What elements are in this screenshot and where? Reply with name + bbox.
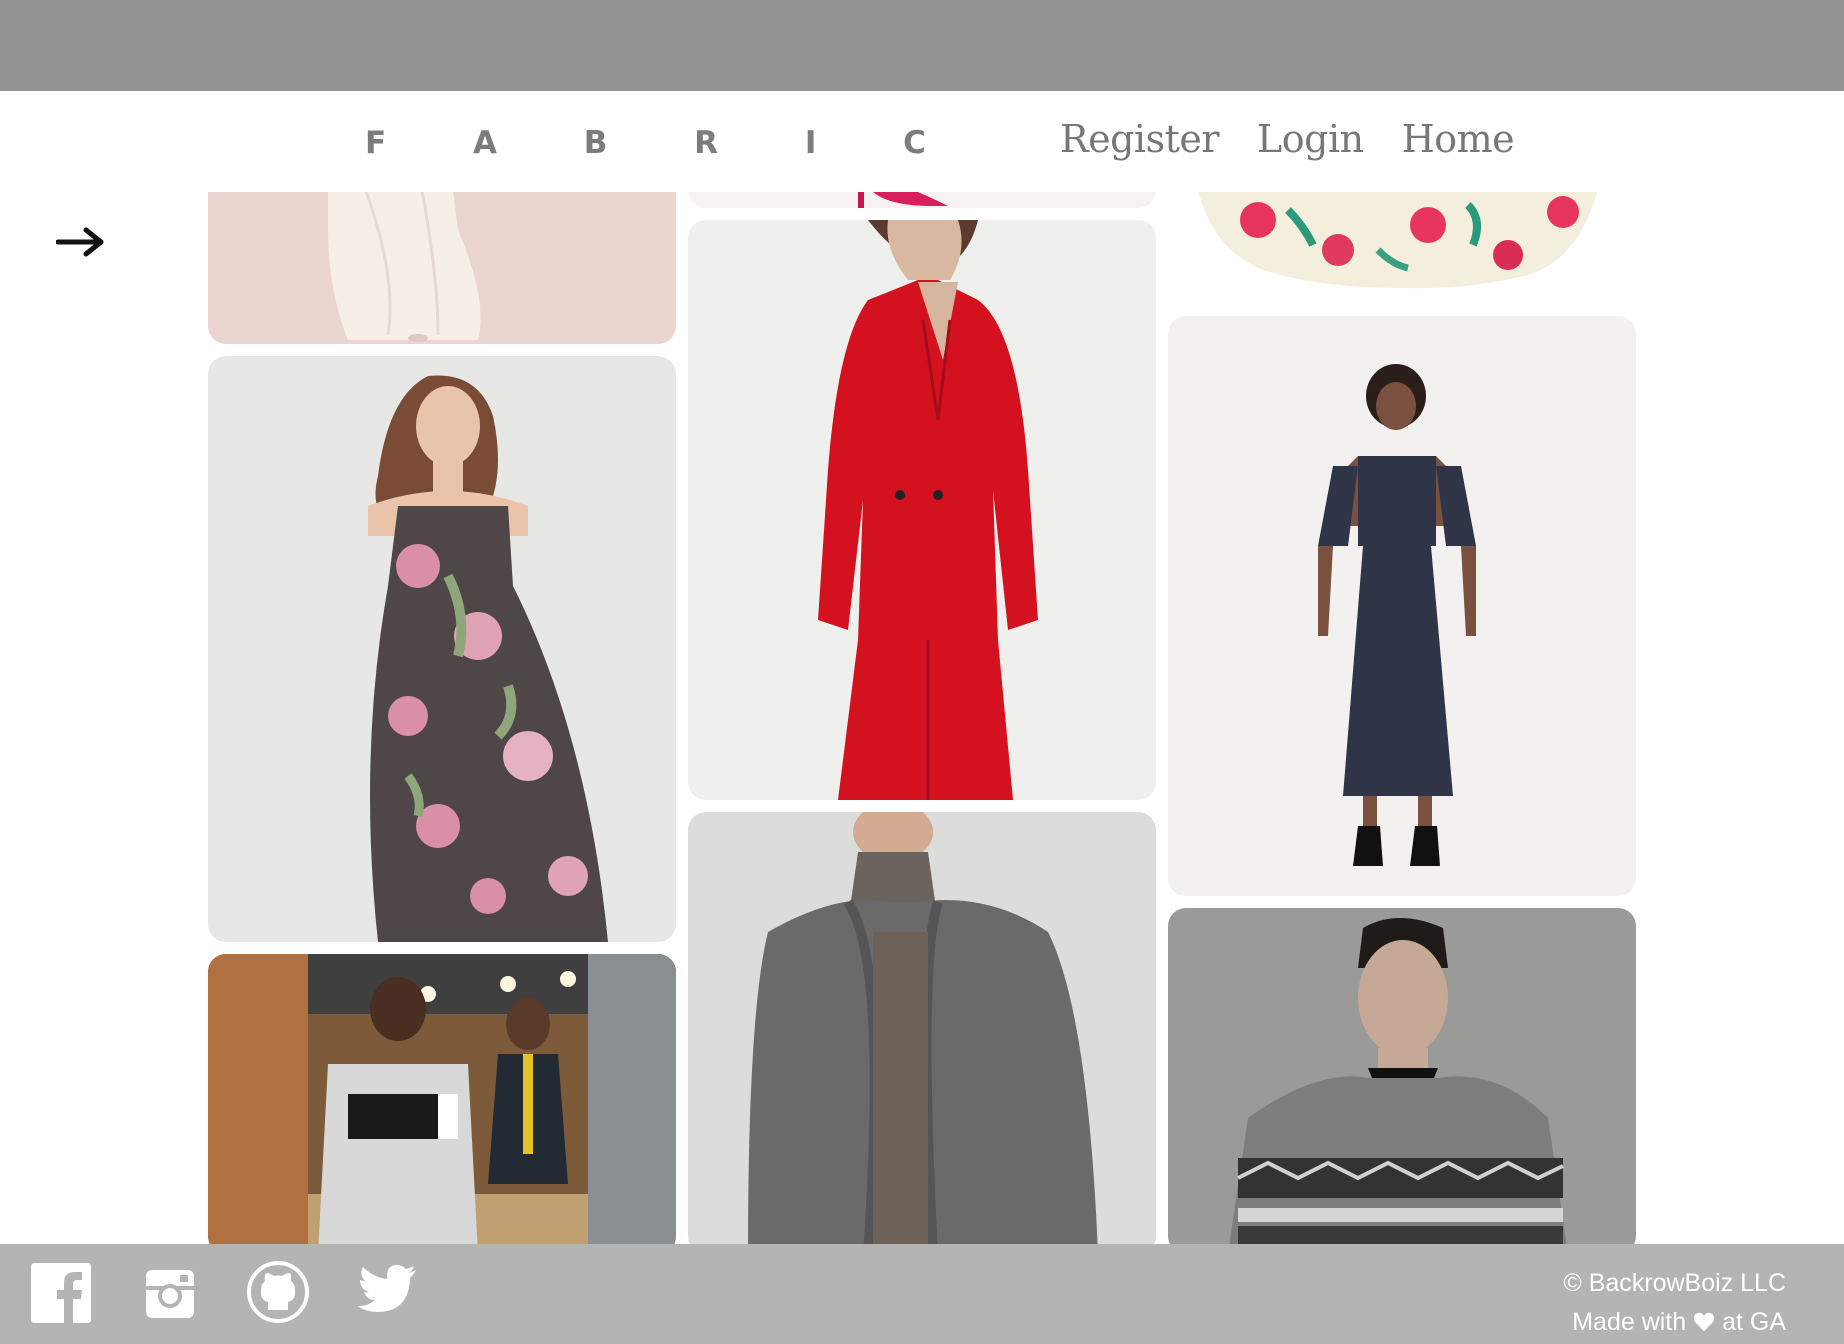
nav-register-link[interactable]: Register bbox=[1060, 117, 1220, 161]
made-with-suffix: at GA bbox=[1722, 1308, 1786, 1336]
facebook-icon[interactable] bbox=[30, 1262, 92, 1324]
arrow-right-icon[interactable] bbox=[56, 220, 106, 264]
github-icon[interactable] bbox=[246, 1260, 310, 1324]
copyright-text: © BackrowBoiz LLC bbox=[1563, 1269, 1786, 1297]
gallery-image-polka-dot-dress[interactable] bbox=[1168, 316, 1636, 896]
instagram-icon[interactable] bbox=[144, 1268, 196, 1320]
nav-login-link[interactable]: Login bbox=[1257, 117, 1364, 161]
made-with-prefix: Made with bbox=[1572, 1308, 1687, 1336]
heart-icon bbox=[1693, 1312, 1715, 1332]
twitter-icon[interactable] bbox=[356, 1264, 418, 1318]
gallery-image-tracksuit-athlete[interactable] bbox=[208, 954, 676, 1254]
browser-top-bar bbox=[0, 0, 1844, 91]
site-footer: © BackrowBoiz LLC Made with at GA bbox=[0, 1244, 1844, 1344]
gallery-image-floral-strapless-dress[interactable] bbox=[208, 356, 676, 942]
site-header: F A B R I C Register Login Home bbox=[0, 91, 1844, 192]
nav-home-link[interactable]: Home bbox=[1402, 117, 1515, 161]
gallery-image-patterned-sweater[interactable] bbox=[1168, 908, 1636, 1254]
made-with-text: Made with at GA bbox=[1563, 1303, 1786, 1342]
main-nav: Register Login Home bbox=[1060, 117, 1515, 161]
footer-credits: © BackrowBoiz LLC Made with at GA bbox=[1563, 1264, 1786, 1342]
gallery-image-red-suit[interactable] bbox=[688, 220, 1156, 800]
gallery-image-grey-cardigan[interactable] bbox=[688, 812, 1156, 1254]
site-logo[interactable]: F A B R I C bbox=[365, 125, 964, 161]
